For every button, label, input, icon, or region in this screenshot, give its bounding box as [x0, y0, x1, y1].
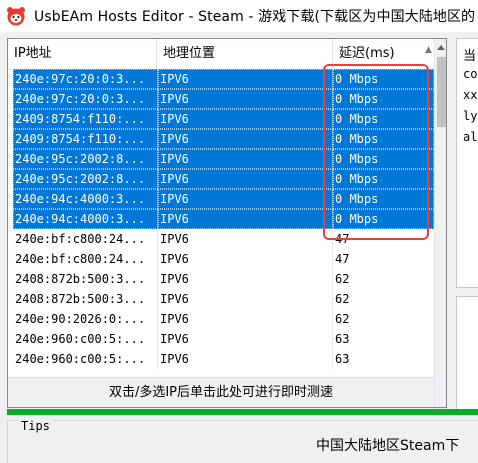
- right-panel-line: xx: [463, 88, 478, 102]
- location-cell: IPV6: [158, 189, 333, 209]
- latency-cell: 0 Mbps: [333, 209, 434, 229]
- location-cell: IPV6: [158, 349, 333, 369]
- location-cell: IPV6: [158, 69, 333, 89]
- ip-cell: 240e:94c:4000:3...: [13, 209, 158, 229]
- ip-cell: 2409:8754:f110:...: [13, 129, 158, 149]
- latency-cell: 62: [335, 312, 350, 326]
- latency-cell: 62: [335, 272, 350, 286]
- ip-cell: 2408:872b:500:3...: [13, 269, 158, 289]
- tips-label: Tips: [18, 419, 53, 433]
- right-panel-header: 当: [463, 49, 477, 64]
- ip-cell: 240e:90:2026:0:...: [13, 309, 158, 329]
- scroll-up-icon[interactable]: [437, 45, 445, 50]
- ip-rows: 240e:97c:20:0:3... IPV6 0 Mbps 240e:97c:20:…: [13, 69, 434, 369]
- location-cell: IPV6: [158, 249, 333, 269]
- title-bar[interactable]: UsbEAm Hosts Editor - Steam - 游戏下载(下载区为中…: [0, 0, 478, 32]
- right-panel-line: ly: [463, 109, 478, 123]
- latency-cell: 0 Mbps: [333, 169, 434, 189]
- right-panel-line: al: [463, 130, 478, 144]
- latency-cell: 62: [335, 292, 350, 306]
- table-row[interactable]: 240e:97c:20:0:3... IPV6 0 Mbps: [13, 69, 434, 89]
- location-cell: IPV6: [158, 209, 333, 229]
- table-row[interactable]: 2409:8754:f110:... IPV6 0 Mbps: [13, 109, 434, 129]
- table-row[interactable]: 240e:94c:4000:3... IPV6 0 Mbps: [13, 209, 434, 229]
- ip-cell: 240e:960:c00:5:...: [13, 329, 158, 349]
- location-cell: IPV6: [158, 109, 333, 129]
- ip-cell: 240e:960:c00:5:...: [13, 349, 158, 369]
- table-row[interactable]: 240e:94c:4000:3... IPV6 0 Mbps: [13, 189, 434, 209]
- table-row[interactable]: 2409:8754:f110:... IPV6 0 Mbps: [13, 129, 434, 149]
- ip-cell: 2409:8754:f110:...: [13, 109, 158, 129]
- sort-arrow-icon: ▲: [425, 45, 432, 55]
- location-cell: IPV6: [158, 269, 333, 289]
- column-header-latency[interactable]: 延迟(ms): [333, 39, 434, 69]
- location-cell: IPV6: [158, 309, 333, 329]
- ip-cell: 240e:94c:4000:3...: [13, 189, 158, 209]
- ip-cell: 240e:97c:20:0:3...: [13, 69, 158, 89]
- table-row[interactable]: 240e:97c:20:0:3... IPV6 0 Mbps: [13, 89, 434, 109]
- tips-text: 中国大陆地区Steam下: [316, 438, 460, 454]
- column-header-location[interactable]: 地理位置: [157, 39, 333, 69]
- table-row[interactable]: 240e:bf:c800:24... IPV6 47: [13, 249, 434, 269]
- table-row[interactable]: 240e:95c:2002:8... IPV6 0 Mbps: [13, 169, 434, 189]
- right-lower-panel: [456, 296, 478, 411]
- table-row[interactable]: 240e:95c:2002:8... IPV6 0 Mbps: [13, 149, 434, 169]
- list-scrollbar[interactable]: [434, 39, 446, 407]
- table-row[interactable]: 2408:872b:500:3... IPV6 62: [13, 269, 434, 289]
- speedtest-button[interactable]: 双击/多选IP后单击此处可进行即时测速: [8, 377, 434, 407]
- ip-cell: 240e:95c:2002:8...: [13, 169, 158, 189]
- latency-cell: 47: [335, 232, 350, 246]
- latency-cell: 47: [335, 252, 350, 266]
- table-row[interactable]: 240e:960:c00:5:... IPV6 63: [13, 329, 434, 349]
- location-cell: IPV6: [158, 129, 333, 149]
- latency-cell: 0 Mbps: [333, 109, 434, 129]
- location-cell: IPV6: [158, 169, 333, 189]
- latency-cell: 63: [335, 352, 350, 366]
- scrollbar-thumb[interactable]: [437, 57, 446, 127]
- table-row[interactable]: 2408:872b:500:3... IPV6 62: [13, 289, 434, 309]
- latency-cell: 0 Mbps: [333, 89, 434, 109]
- right-panel-line: co: [463, 67, 478, 81]
- location-cell: IPV6: [158, 229, 333, 249]
- app-icon: [6, 6, 26, 26]
- location-cell: IPV6: [158, 149, 333, 169]
- tips-group: Tips 中国大陆地区Steam下: [7, 419, 478, 463]
- location-cell: IPV6: [158, 89, 333, 109]
- location-cell: IPV6: [158, 329, 333, 349]
- ip-cell: 2408:872b:500:3...: [13, 289, 158, 309]
- latency-cell: 0 Mbps: [333, 149, 434, 169]
- ip-cell: 240e:95c:2002:8...: [13, 149, 158, 169]
- ip-cell: 240e:97c:20:0:3...: [13, 89, 158, 109]
- latency-cell: 63: [335, 332, 350, 346]
- ip-list[interactable]: IP地址 地理位置 延迟(ms) ▲ 240e:97c:20:0:3... IPV…: [7, 38, 447, 408]
- window-title: UsbEAm Hosts Editor - Steam - 游戏下载(下载区为中…: [34, 9, 476, 25]
- latency-cell: 0 Mbps: [333, 69, 434, 89]
- ip-cell: 240e:bf:c800:24...: [13, 249, 158, 269]
- table-row[interactable]: 240e:960:c00:5:... IPV6 63: [13, 349, 434, 369]
- ip-cell: 240e:bf:c800:24...: [13, 229, 158, 249]
- table-row[interactable]: 240e:90:2026:0:... IPV6 62: [13, 309, 434, 329]
- latency-cell: 0 Mbps: [333, 129, 434, 149]
- column-header-ip[interactable]: IP地址: [8, 39, 157, 69]
- latency-cell: 0 Mbps: [333, 189, 434, 209]
- location-cell: IPV6: [158, 289, 333, 309]
- progress-bar: [7, 409, 478, 415]
- table-row[interactable]: 240e:bf:c800:24... IPV6 47: [13, 229, 434, 249]
- right-info-panel: 当 co xx ly al: [456, 38, 478, 288]
- list-header: IP地址 地理位置 延迟(ms): [8, 39, 434, 70]
